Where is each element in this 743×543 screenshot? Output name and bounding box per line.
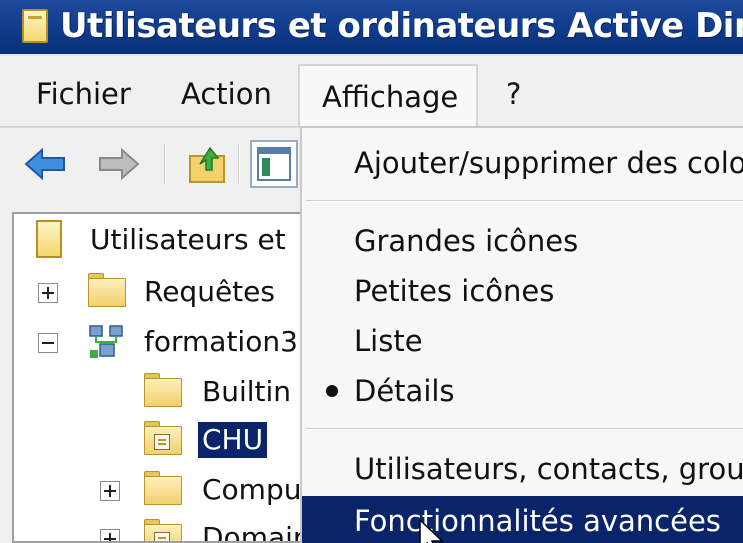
tree-root[interactable]: Utilisateurs et: [14, 216, 312, 264]
tree-item-label: Builtin: [202, 375, 292, 408]
menu-item-details-label: Détails: [354, 374, 455, 408]
toolbar-separator: [238, 144, 240, 184]
domain-icon: [88, 324, 126, 360]
menu-item-add-remove-columns[interactable]: Ajouter/supprimer des colon: [302, 138, 743, 188]
tree-root-label: Utilisateurs et: [90, 223, 286, 256]
tree-item-selected[interactable]: CHU: [14, 416, 312, 464]
tree-item[interactable]: Builtin: [14, 368, 312, 416]
tree-item[interactable]: Compu: [14, 466, 312, 514]
tree-item[interactable]: formation3: [14, 318, 312, 366]
ad-console-icon: [22, 9, 48, 43]
menu-item-details[interactable]: Détails: [302, 366, 743, 416]
tree-item-label: Compu: [202, 473, 302, 506]
radio-bullet-icon: [326, 385, 338, 397]
up-folder-icon[interactable]: [186, 142, 230, 186]
ad-console-icon: [36, 220, 62, 258]
folder-icon: [88, 273, 126, 307]
collapse-icon[interactable]: [38, 333, 58, 353]
menu-item-large-icons[interactable]: Grandes icônes: [302, 216, 743, 266]
menu-item-advanced-features[interactable]: Fonctionnalités avancées: [302, 496, 743, 543]
title-bar[interactable]: Utilisateurs et ordinateurs Active Direc…: [0, 0, 743, 56]
menu-item-users-contacts-groups[interactable]: Utilisateurs, contacts, grou: [302, 444, 743, 494]
tree-item[interactable]: Domair: [14, 514, 312, 543]
tree-item-label: formation3: [144, 325, 298, 358]
menu-fichier[interactable]: Fichier: [30, 72, 137, 116]
tree-item-label: CHU: [198, 422, 268, 458]
menu-separator: [306, 200, 743, 202]
menu-help[interactable]: ?: [500, 72, 527, 116]
tree-item-label: Requêtes: [144, 275, 275, 308]
ou-folder-icon: [144, 519, 182, 541]
console-tree: Utilisateurs et Requêtes formation3 Buil…: [12, 212, 312, 543]
menu-item-list[interactable]: Liste: [302, 316, 743, 366]
window-title: Utilisateurs et ordinateurs Active Direc…: [60, 6, 743, 46]
menu-separator: [306, 428, 743, 430]
expand-icon[interactable]: [100, 481, 120, 501]
folder-icon: [144, 373, 182, 407]
affichage-menu: Ajouter/supprimer des colon Grandes icôn…: [300, 126, 743, 543]
menu-action[interactable]: Action: [175, 72, 278, 116]
app-window: Utilisateurs et ordinateurs Active Direc…: [0, 0, 743, 543]
expand-icon[interactable]: [100, 529, 120, 541]
forward-arrow-icon[interactable]: [96, 142, 142, 186]
folder-icon: [144, 471, 182, 505]
toolbar-separator: [164, 144, 166, 184]
console-tree-icon[interactable]: [250, 140, 298, 188]
menu-affichage[interactable]: Affichage: [298, 64, 479, 126]
back-arrow-icon[interactable]: [22, 142, 68, 186]
expand-icon[interactable]: [38, 283, 58, 303]
tree-item[interactable]: Requêtes: [14, 268, 312, 316]
menu-bar: Fichier Action Affichage ?: [0, 58, 743, 128]
mouse-cursor-icon: [418, 518, 448, 543]
ou-folder-icon: [144, 421, 182, 455]
menu-item-advanced-features-label: Fonctionnalités avancées: [354, 504, 721, 538]
tree-item-label: Domair: [202, 521, 305, 543]
menu-item-small-icons[interactable]: Petites icônes: [302, 266, 743, 316]
